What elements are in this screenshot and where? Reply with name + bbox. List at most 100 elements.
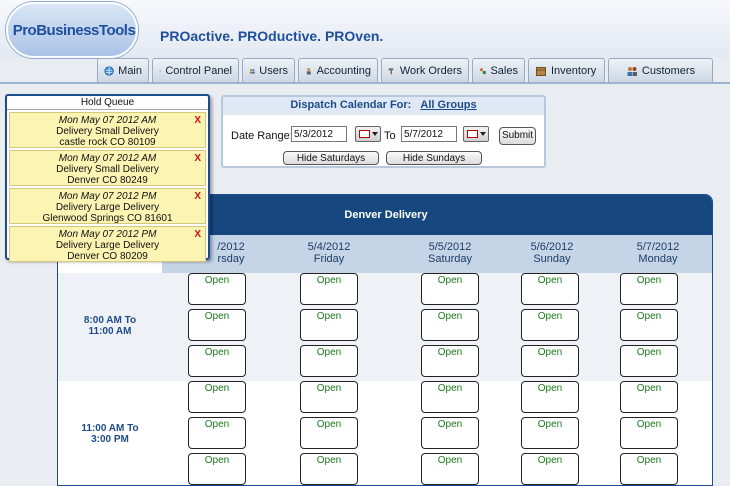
open-slot[interactable]: Open — [188, 453, 246, 485]
tab-work-orders[interactable]: Work Orders — [381, 58, 469, 82]
open-slot[interactable]: Open — [421, 273, 479, 305]
hold-queue-item[interactable]: Mon May 07 2012 PM Delivery Large Delive… — [9, 188, 206, 224]
hold-item-type: Delivery Large Delivery — [55, 202, 160, 213]
to-label: To — [384, 130, 396, 142]
users-icon — [249, 68, 255, 74]
open-slot[interactable]: Open — [421, 345, 479, 377]
hide-sundays-button[interactable]: Hide Sundays — [386, 151, 482, 165]
hold-item-date: Mon May 07 2012 AM — [58, 153, 157, 164]
hold-queue-title: Hold Queue — [7, 96, 208, 110]
calendar-icon — [467, 130, 478, 138]
open-slot[interactable]: Open — [620, 381, 678, 413]
open-slot[interactable]: Open — [620, 417, 678, 449]
tab-users[interactable]: Users — [242, 58, 295, 82]
header: ProBusinessTools PROactive. PROductive. … — [0, 0, 730, 58]
open-slot[interactable]: Open — [300, 309, 358, 341]
end-calendar-button[interactable] — [463, 126, 489, 142]
tab-inventory[interactable]: Inventory — [528, 58, 605, 82]
open-slot[interactable]: Open — [300, 273, 358, 305]
open-slot[interactable]: Open — [421, 309, 479, 341]
hold-queue-item[interactable]: Mon May 07 2012 AM Delivery Small Delive… — [9, 112, 206, 148]
tab-accounting[interactable]: Accounting — [298, 58, 378, 82]
open-slot[interactable]: Open — [300, 345, 358, 377]
date-range-label: Date Range: — [231, 130, 293, 142]
tab-label: Main — [118, 64, 142, 77]
start-calendar-button[interactable] — [355, 126, 381, 142]
open-slot[interactable]: Open — [188, 381, 246, 413]
open-slot[interactable]: Open — [421, 417, 479, 449]
start-date-input[interactable]: 5/3/2012 — [291, 126, 347, 142]
dispatch-header: Dispatch Calendar For: All Groups — [223, 97, 544, 115]
all-groups-link[interactable]: All Groups — [420, 99, 476, 111]
tab-sales[interactable]: Sales — [472, 58, 525, 82]
hold-item-location: Glenwood Springs CO 81601 — [42, 213, 173, 224]
hide-saturdays-button[interactable]: Hide Saturdays — [283, 151, 379, 165]
column-day: Monday — [638, 253, 678, 265]
hold-item-date: Mon May 07 2012 PM — [58, 191, 157, 202]
wrench-icon — [159, 69, 162, 72]
time-slot-end: 3:00 PM — [91, 434, 129, 445]
hold-item-location: Denver CO 80249 — [67, 175, 148, 186]
open-slot[interactable]: Open — [620, 309, 678, 341]
open-slot[interactable]: Open — [521, 345, 579, 377]
remove-icon[interactable]: X — [194, 115, 201, 126]
tab-label: Work Orders — [399, 64, 462, 77]
time-slot-start: 8:00 AM To — [83, 315, 137, 326]
remove-icon[interactable]: X — [194, 229, 201, 240]
column-day: Friday — [313, 253, 345, 265]
time-block: 11:00 AM To 3:00 PM Open Open Open Open … — [58, 381, 712, 485]
tab-label: Accounting — [316, 64, 371, 77]
dispatch-title: Dispatch Calendar For: — [290, 99, 412, 111]
hold-item-type: Delivery Small Delivery — [56, 164, 159, 175]
open-slot[interactable]: Open — [188, 309, 246, 341]
open-slot[interactable]: Open — [521, 381, 579, 413]
main-nav: Main Control Panel Users Accounting Work… — [0, 58, 730, 84]
submit-button[interactable]: Submit — [499, 127, 536, 145]
hold-queue-item[interactable]: Mon May 07 2012 PM Delivery Large Delive… — [9, 226, 206, 262]
open-slot[interactable]: Open — [521, 309, 579, 341]
open-slot[interactable]: Open — [300, 417, 358, 449]
tab-control-panel[interactable]: Control Panel — [152, 58, 239, 82]
tagline: PROactive. PROductive. PROven. — [160, 28, 384, 44]
hold-queue-item[interactable]: Mon May 07 2012 AM Delivery Small Delive… — [9, 150, 206, 186]
open-slot[interactable]: Open — [521, 417, 579, 449]
open-slot[interactable]: Open — [300, 453, 358, 485]
tab-customers[interactable]: Customers — [608, 58, 713, 82]
open-slot[interactable]: Open — [521, 273, 579, 305]
logo-text: ProBusinessTools — [12, 22, 136, 39]
column-date: 5/4/2012 — [307, 241, 351, 253]
open-slot[interactable]: Open — [188, 417, 246, 449]
hold-queue-panel[interactable]: Hold Queue Mon May 07 2012 AM Delivery S… — [5, 94, 210, 262]
open-slot[interactable]: Open — [188, 273, 246, 305]
tab-main[interactable]: Main — [97, 58, 149, 82]
time-block: 8:00 AM To 11:00 AM Open Open Open Open … — [58, 273, 712, 381]
tab-label: Customers — [641, 64, 696, 77]
open-slot[interactable]: Open — [300, 381, 358, 413]
chevron-down-icon — [480, 132, 486, 136]
remove-icon[interactable]: X — [194, 191, 201, 202]
column-date: 5/7/2012 — [636, 241, 680, 253]
open-slot[interactable]: Open — [620, 345, 678, 377]
logo[interactable]: ProBusinessTools — [6, 2, 138, 58]
open-slot[interactable]: Open — [421, 381, 479, 413]
open-slot[interactable]: Open — [620, 273, 678, 305]
hold-item-location: castle rock CO 80109 — [59, 137, 156, 148]
day-column-header: 5/4/2012 Friday — [260, 235, 398, 273]
hold-item-type: Delivery Small Delivery — [56, 126, 159, 137]
open-slot[interactable]: Open — [421, 453, 479, 485]
column-date: 5/5/2012 — [428, 241, 472, 253]
time-slot-label: 8:00 AM To 11:00 AM — [58, 315, 162, 337]
open-slot[interactable]: Open — [188, 345, 246, 377]
day-column-header: 5/7/2012 Monday — [602, 235, 712, 273]
day-column-header: 5/6/2012 Sunday — [502, 235, 602, 273]
hold-item-date: Mon May 07 2012 AM — [58, 115, 157, 126]
end-date-input[interactable]: 5/7/2012 — [401, 126, 457, 142]
tab-label: Inventory — [551, 64, 597, 77]
column-day: Sunday — [533, 253, 571, 265]
open-slot[interactable]: Open — [521, 453, 579, 485]
hold-item-location: Denver CO 80209 — [67, 251, 148, 262]
open-slot[interactable]: Open — [620, 453, 678, 485]
time-slot-end: 11:00 AM — [88, 326, 132, 337]
chevron-down-icon — [372, 132, 378, 136]
remove-icon[interactable]: X — [194, 153, 201, 164]
